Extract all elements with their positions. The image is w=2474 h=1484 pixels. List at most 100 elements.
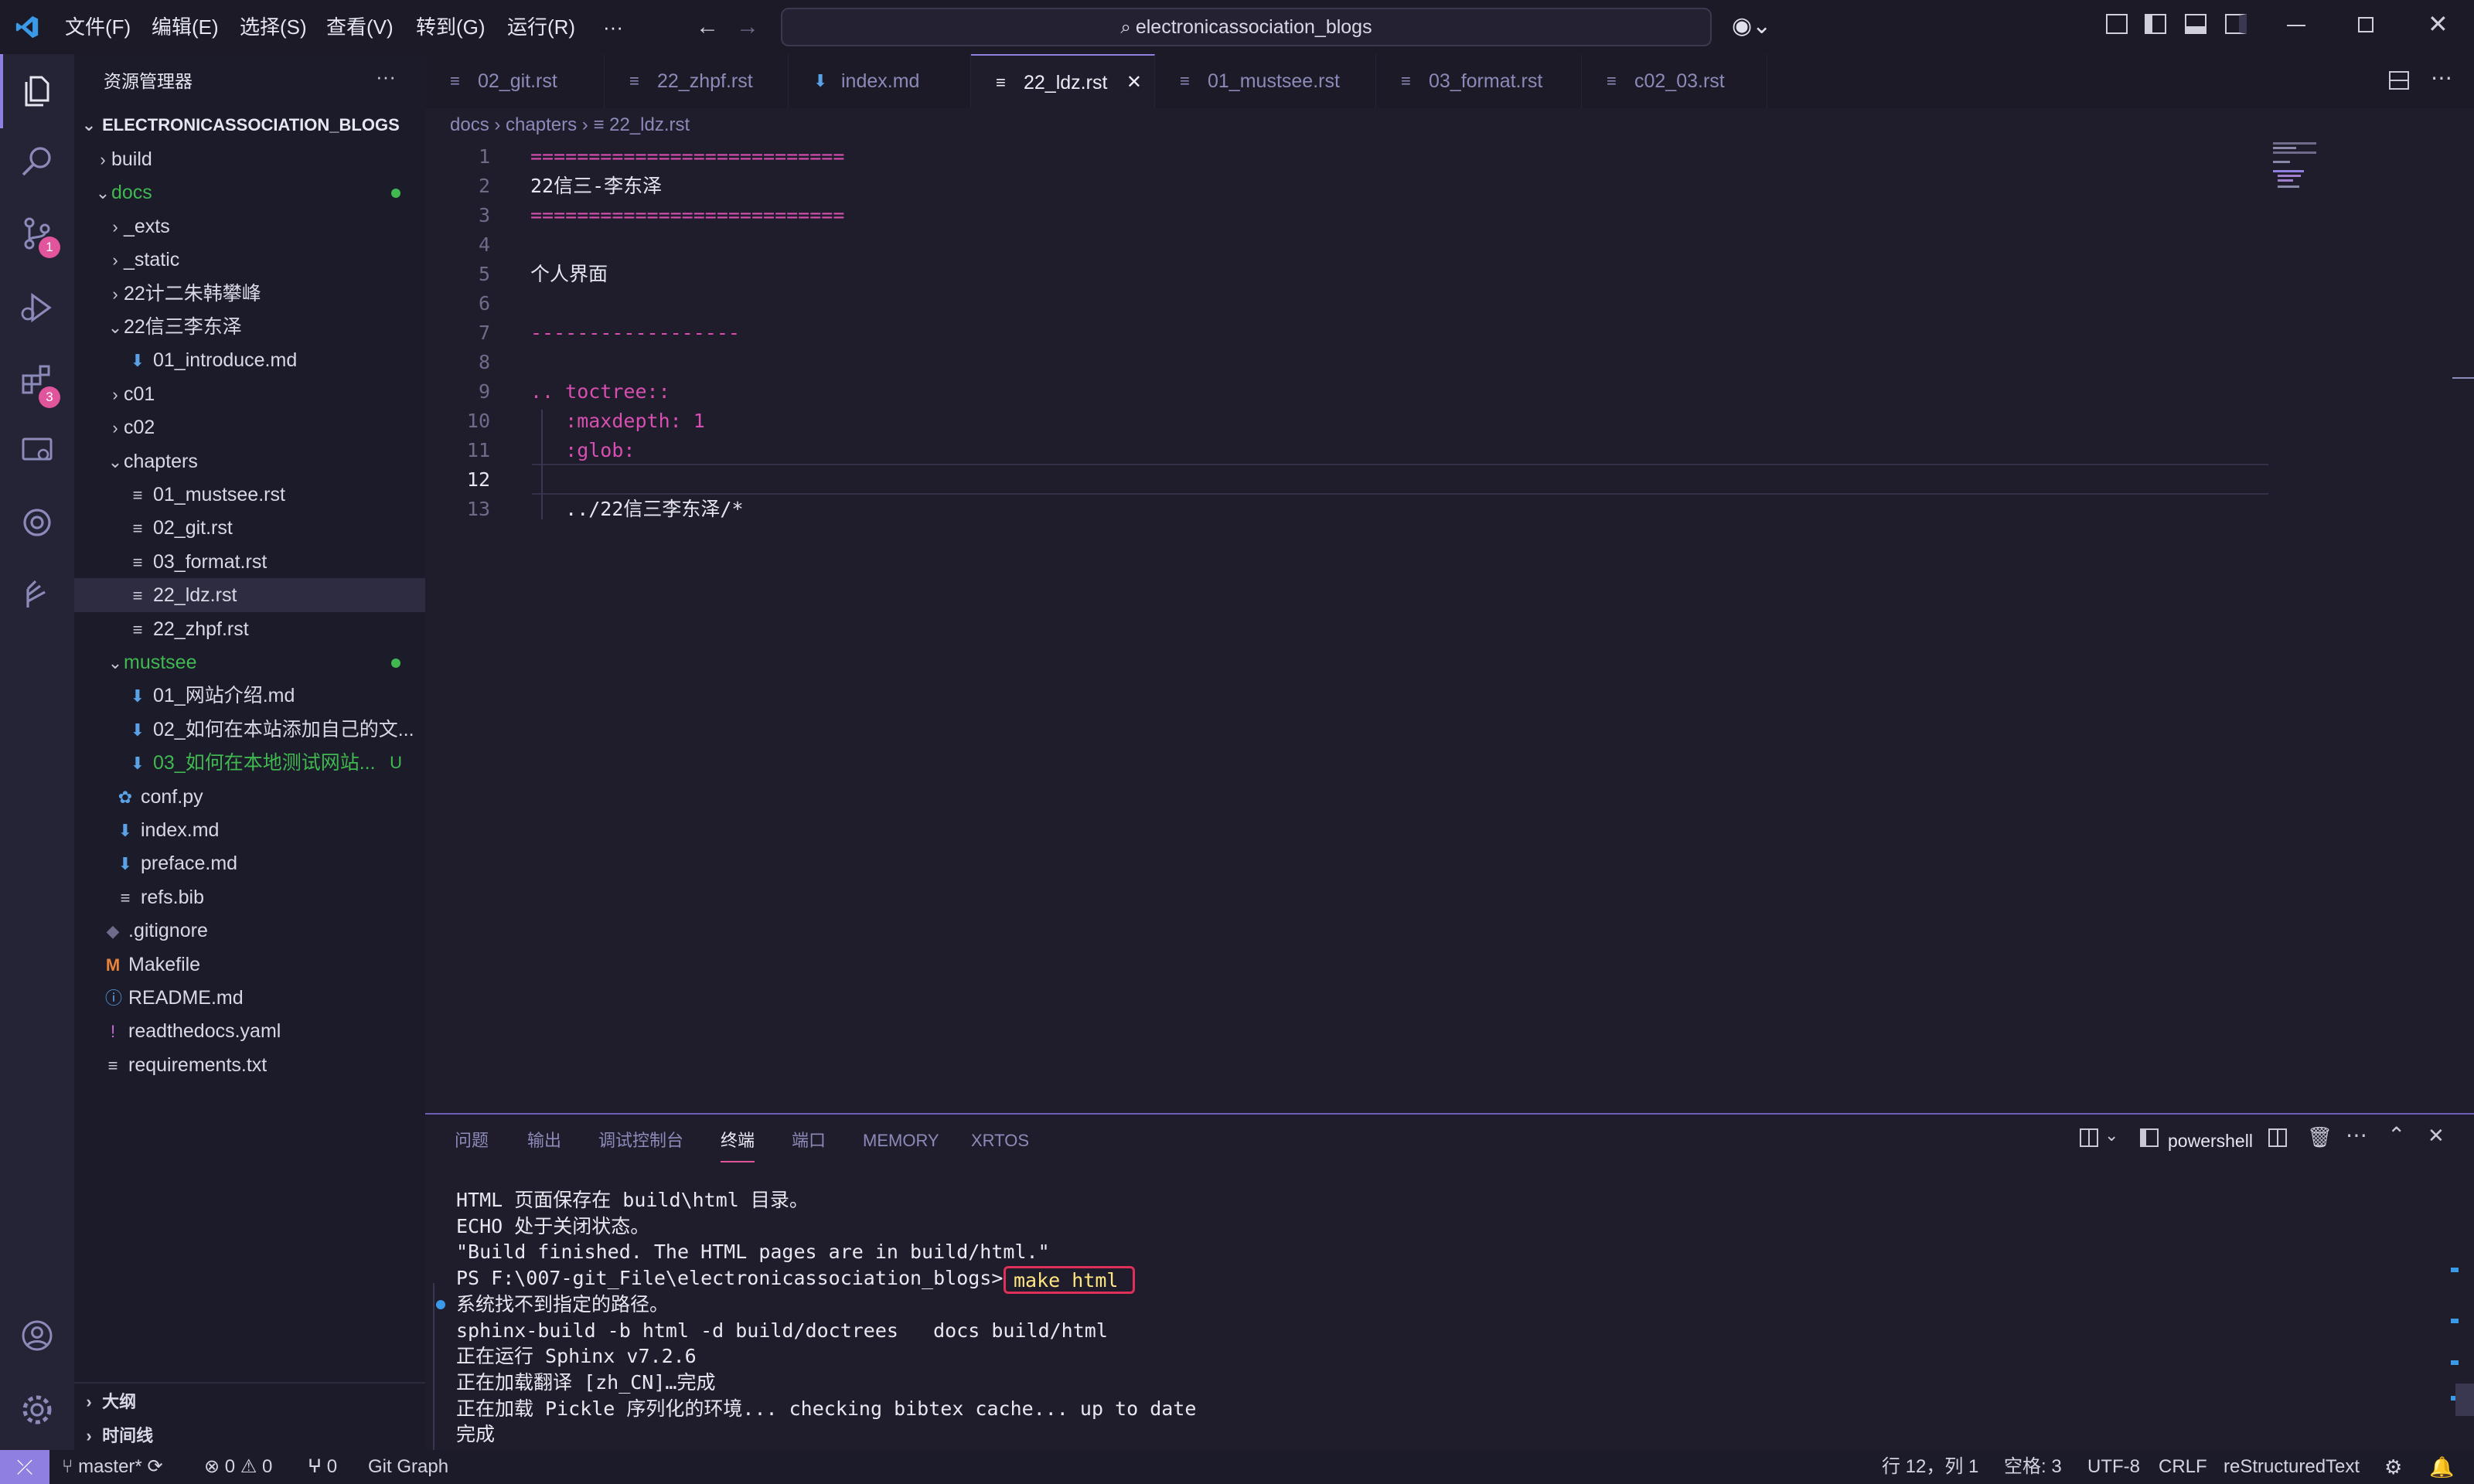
tab-22-ldz[interactable]: ≡ 22_ldz.rst ✕	[971, 54, 1155, 108]
panel-tab-problems[interactable]: 问题	[455, 1119, 489, 1162]
account-icon[interactable]	[19, 1317, 56, 1354]
remote-explorer-icon[interactable]	[19, 433, 56, 470]
panel-tab-memory[interactable]: MEMORY	[863, 1119, 939, 1162]
encoding[interactable]: UTF-8	[2087, 1450, 2140, 1484]
cursor-position[interactable]: 行 12，列 1	[1882, 1450, 1978, 1484]
breadcrumb-file[interactable]: 22_ldz.rst	[609, 114, 690, 135]
git-graph-icon[interactable]	[19, 575, 56, 612]
language-mode[interactable]: reStructuredText	[2224, 1450, 2360, 1484]
code-line[interactable]: .. toctree::	[530, 377, 670, 407]
new-terminal-split-icon[interactable]	[2080, 1128, 2098, 1147]
tree-file[interactable]: ≡ refs.bib	[74, 880, 425, 914]
tree-file[interactable]: ≡ 02_git.rst	[74, 511, 425, 545]
tree-folder[interactable]: ⌄chapters	[74, 444, 425, 478]
code-line[interactable]: ../22信三李东泽/*	[530, 495, 743, 524]
terminal-shell-name[interactable]: powershell	[2168, 1119, 2253, 1162]
end-of-line[interactable]: CRLF	[2159, 1450, 2207, 1484]
toggle-secondary-sidebar-icon[interactable]	[2225, 14, 2247, 34]
menu-go[interactable]: 转到(G)	[416, 0, 486, 54]
problems-indicator[interactable]: ⊗ 0 ⚠ 0	[204, 1450, 272, 1484]
toggle-sidebar-icon[interactable]	[2145, 14, 2166, 34]
split-terminal-icon[interactable]	[2268, 1128, 2287, 1147]
code-line[interactable]: 22信三-李东泽	[530, 172, 662, 201]
sidebar-more-button[interactable]: ···	[376, 65, 396, 89]
tab-01-mustsee[interactable]: ≡ 01_mustsee.rst	[1155, 54, 1376, 108]
copilot-status-icon[interactable]: ⚙	[2384, 1450, 2402, 1484]
menu-run[interactable]: 运行(R)	[507, 0, 575, 54]
workspace-root[interactable]: ⌄ ELECTRONICASSOCIATION_BLOGS	[74, 108, 425, 142]
tree-file[interactable]: ⬇ 01_introduce.md	[74, 343, 425, 377]
bell-icon[interactable]: 🔔	[2429, 1450, 2454, 1484]
panel-tab-xrtos[interactable]: XRTOS	[971, 1119, 1029, 1162]
tree-folder[interactable]: ⌄mustsee	[74, 645, 425, 679]
remote-indicator-icon[interactable]: ⤫	[0, 1450, 49, 1484]
trash-icon[interactable]: 🗑	[2307, 1125, 2333, 1149]
breadcrumb-docs[interactable]: docs	[450, 114, 489, 135]
split-editor-icon[interactable]	[2389, 71, 2409, 90]
command-center-search[interactable]: ⌕ electronicassociation_blogs	[781, 8, 1712, 46]
tree-file[interactable]: ≡ 22_ldz.rst	[74, 578, 425, 613]
copilot-chat-icon[interactable]	[19, 504, 56, 541]
code-line[interactable]: ------------------	[530, 318, 740, 348]
tree-folder[interactable]: ⌄22信三李东泽	[74, 310, 425, 344]
indentation[interactable]: 空格: 3	[2004, 1450, 2062, 1484]
tree-file[interactable]: M Makefile	[74, 948, 425, 982]
timeline-section[interactable]: › 时间线	[74, 1419, 425, 1453]
chevron-down-icon[interactable]: ⌄	[2104, 1125, 2118, 1145]
tab-02-git[interactable]: ≡ 02_git.rst	[425, 54, 605, 108]
explorer-icon[interactable]	[19, 73, 56, 110]
tab-c02-03[interactable]: ≡ c02_03.rst	[1582, 54, 1767, 108]
close-window-icon[interactable]: ✕	[2428, 9, 2448, 39]
editor-more-icon[interactable]: ⋯	[2431, 65, 2452, 90]
menu-edit[interactable]: 编辑(E)	[152, 0, 219, 54]
branch-indicator[interactable]: ⑂ master* ⟳	[62, 1450, 163, 1484]
tree-file[interactable]: ⬇ preface.md	[74, 846, 425, 880]
tree-file[interactable]: ≡ 03_format.rst	[74, 545, 425, 579]
minimap[interactable]	[2273, 142, 2335, 189]
copilot-icon[interactable]: ◉⌄	[1732, 12, 1771, 39]
tree-file[interactable]: ≡ 01_mustsee.rst	[74, 478, 425, 512]
toggle-panel-icon[interactable]	[2185, 14, 2206, 34]
restore-icon[interactable]	[2358, 17, 2373, 32]
tree-file[interactable]: ⬇ 01_网站介绍.md	[74, 679, 425, 713]
code-line[interactable]: ===========================	[530, 142, 844, 172]
tab-22-zhpf[interactable]: ≡ 22_zhpf.rst	[605, 54, 789, 108]
tree-file[interactable]: ⬇ 03_如何在本地测试网站... U	[74, 746, 425, 780]
menu-more[interactable]: ···	[603, 0, 623, 54]
tree-folder[interactable]: › _exts	[74, 209, 425, 243]
tree-folder[interactable]: › c02	[74, 410, 425, 444]
menu-view[interactable]: 查看(V)	[326, 0, 394, 54]
tab-index-md[interactable]: ⬇ index.md	[789, 54, 971, 108]
editor-area[interactable]	[425, 142, 2474, 1111]
git-graph-button[interactable]: Git Graph	[368, 1450, 448, 1484]
close-panel-icon[interactable]: ✕	[2428, 1124, 2445, 1148]
close-tab-icon[interactable]: ✕	[1126, 56, 1142, 110]
tree-file[interactable]: ◆ .gitignore	[74, 914, 425, 948]
tree-file[interactable]: ⓘ README.md	[74, 981, 425, 1015]
tree-file[interactable]: ✿ conf.py	[74, 780, 425, 814]
run-debug-icon[interactable]	[19, 289, 56, 326]
breadcrumb-chapters[interactable]: chapters	[506, 114, 577, 135]
panel-more-icon[interactable]: ⋯	[2346, 1122, 2367, 1148]
code-line[interactable]: :glob:	[530, 436, 635, 465]
panel-tab-output[interactable]: 输出	[527, 1119, 561, 1162]
panel-tab-terminal[interactable]: 终端	[721, 1119, 755, 1162]
tree-folder[interactable]: › build	[74, 142, 425, 176]
tree-file[interactable]: ⬇ 02_如何在本站添加自己的文...	[74, 713, 425, 747]
layout-customize-icon[interactable]	[2106, 14, 2128, 34]
tree-folder[interactable]: ⌄docs	[74, 175, 425, 209]
code-line[interactable]: ===========================	[530, 201, 844, 230]
menu-file[interactable]: 文件(F)	[65, 0, 131, 54]
panel-tab-debug-console[interactable]: 调试控制台	[598, 1119, 683, 1162]
tree-folder[interactable]: › _static	[74, 243, 425, 277]
code-line[interactable]: 个人界面	[530, 260, 608, 289]
minimize-icon[interactable]	[2287, 25, 2305, 26]
search-icon[interactable]	[19, 144, 56, 181]
forward-arrow-icon[interactable]: →	[736, 14, 759, 40]
ports-indicator[interactable]: ⵖ 0	[308, 1450, 337, 1484]
panel-tab-ports[interactable]: 端口	[792, 1119, 826, 1162]
tree-file[interactable]: ≡ requirements.txt	[74, 1048, 425, 1082]
maximize-panel-icon[interactable]: ⌃	[2387, 1122, 2405, 1148]
terminal-scrollbar[interactable]	[2455, 1384, 2474, 1416]
gear-icon[interactable]	[19, 1391, 56, 1428]
